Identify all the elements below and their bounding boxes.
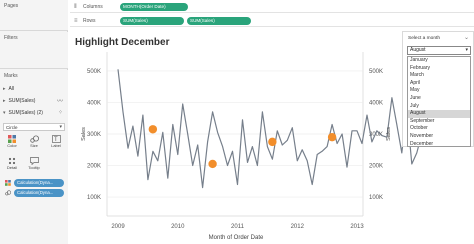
month-order-date-pill[interactable]: MONTH(Order Date)	[120, 3, 188, 11]
line-mark-icon: 〰	[56, 99, 63, 105]
color-button-label: Color	[7, 143, 17, 148]
highlight-point	[268, 137, 277, 147]
size-dots-icon	[5, 190, 11, 196]
chevron-down-icon[interactable]: ⌄	[464, 34, 469, 41]
month-option-february[interactable]: February	[408, 65, 470, 73]
marks-row-label: SUM(Sales)	[8, 97, 36, 104]
columns-shelf[interactable]: ⦀ Columns MONTH(Order Date)	[70, 1, 474, 13]
tooltip-bubble-icon	[29, 157, 39, 165]
rows-shelf[interactable]: ≡ Rows SUM(Sales) SUM(Sales)	[70, 15, 474, 27]
y-tick-label-left: 500K	[87, 69, 101, 75]
chevron-down-icon: ▾	[3, 109, 6, 116]
sales-series-line	[117, 69, 423, 189]
highlight-point	[148, 125, 158, 134]
calculation-pill-size[interactable]: Calculation(Dyna...	[14, 189, 64, 197]
viz-title: Highlight December	[75, 37, 170, 48]
x-tick-label: 2013	[350, 224, 364, 230]
month-parameter-card: Select a month ⌄ August ▾ January Februar…	[402, 31, 474, 147]
y-tick-label-right: 300K	[369, 132, 383, 138]
x-axis-title: Month of Order Date	[209, 235, 264, 241]
y-axis-title-left: Sales	[81, 127, 87, 141]
x-tick-label: 2009	[111, 224, 125, 230]
y-tick-label-right: 400K	[369, 100, 383, 106]
chevron-icon: ▸	[3, 97, 6, 104]
month-option-july[interactable]: July	[408, 103, 470, 111]
filters-label: Filters	[4, 35, 18, 41]
size-button-label: Size	[30, 143, 38, 148]
month-option-june[interactable]: June	[408, 95, 470, 103]
marks-row-sum-sales-2[interactable]: ▾ SUM(Sales) (2) ⁘	[3, 108, 65, 117]
filters-card[interactable]: Filters	[0, 32, 68, 69]
month-select-value: August	[410, 47, 426, 53]
sum-sales-pill-2[interactable]: SUM(Sales)	[187, 17, 251, 25]
x-tick-label: 2010	[171, 224, 185, 230]
marks-row-label: SUM(Sales) (2)	[8, 109, 43, 116]
left-pane: Pages Filters Marks ▸ All ▸ SUM(Sales) 〰…	[0, 0, 68, 244]
x-tick-label: 2011	[231, 224, 245, 230]
label-button-label: Label	[51, 143, 61, 148]
y-axis-title-right: Sales	[386, 127, 392, 141]
tooltip-button-label: Tooltip	[28, 165, 40, 170]
tooltip-button[interactable]: Tooltip	[25, 157, 43, 171]
columns-shelf-label: Columns	[83, 4, 103, 10]
chevron-down-icon: ▾	[59, 124, 62, 130]
calculation-pill-color[interactable]: Calculation(Dyna...	[14, 179, 64, 187]
color-dots-icon	[5, 180, 11, 186]
month-option-october[interactable]: October	[408, 125, 470, 133]
month-option-november[interactable]: November	[408, 133, 470, 141]
y-tick-label-right: 100K	[369, 195, 383, 201]
detail-dots-icon	[8, 157, 17, 165]
mark-type-dropdown[interactable]: Circle ▾	[3, 123, 65, 131]
month-option-september[interactable]: September	[408, 118, 470, 126]
pages-card[interactable]: Pages	[0, 0, 68, 31]
dropdown-arrow-icon: ▾	[465, 47, 468, 53]
month-option-august[interactable]: August	[408, 110, 470, 118]
y-tick-label-left: 300K	[87, 132, 101, 138]
highlight-point	[208, 159, 217, 169]
chevron-icon: ▸	[3, 85, 6, 92]
marks-row-all[interactable]: ▸ All	[3, 84, 65, 93]
month-option-march[interactable]: March	[408, 72, 470, 80]
sum-sales-pill[interactable]: SUM(Sales)	[120, 17, 184, 25]
color-palette-icon	[8, 135, 17, 143]
month-select[interactable]: August ▾	[407, 46, 471, 55]
columns-icon: ⦀	[74, 4, 77, 10]
marks-label: Marks	[4, 73, 18, 79]
parameter-title: Select a month	[408, 36, 440, 41]
label-button[interactable]: T Label	[47, 135, 65, 149]
color-button[interactable]: Color	[3, 135, 21, 149]
y-tick-label-right: 200K	[369, 164, 383, 170]
y-tick-label-left: 200K	[87, 164, 101, 170]
mark-type-value: Circle	[6, 124, 18, 130]
marks-row-sum-sales[interactable]: ▸ SUM(Sales) 〰	[3, 96, 65, 106]
x-tick-label: 2012	[291, 224, 305, 230]
y-tick-label-left: 400K	[87, 100, 101, 106]
size-button[interactable]: Size	[25, 135, 43, 149]
month-option-may[interactable]: May	[408, 87, 470, 95]
pages-label: Pages	[4, 3, 19, 9]
detail-button[interactable]: Detail	[3, 157, 21, 171]
highlight-point	[327, 132, 337, 142]
rows-shelf-label: Rows	[83, 18, 96, 24]
marks-row-label: All	[8, 85, 15, 92]
y-tick-label-left: 100K	[87, 195, 101, 201]
month-option-december[interactable]: December	[408, 141, 470, 149]
detail-button-label: Detail	[6, 165, 18, 170]
month-option-january[interactable]: January	[408, 57, 470, 65]
month-options-list: January February March April May June July Augu…	[407, 56, 471, 147]
size-circles-icon	[29, 135, 39, 143]
rows-icon: ≡	[74, 18, 78, 24]
dots-mark-icon: ⁘	[57, 110, 63, 116]
month-option-april[interactable]: April	[408, 80, 470, 88]
text-label-icon: T	[51, 135, 61, 143]
y-tick-label-right: 500K	[369, 69, 383, 75]
